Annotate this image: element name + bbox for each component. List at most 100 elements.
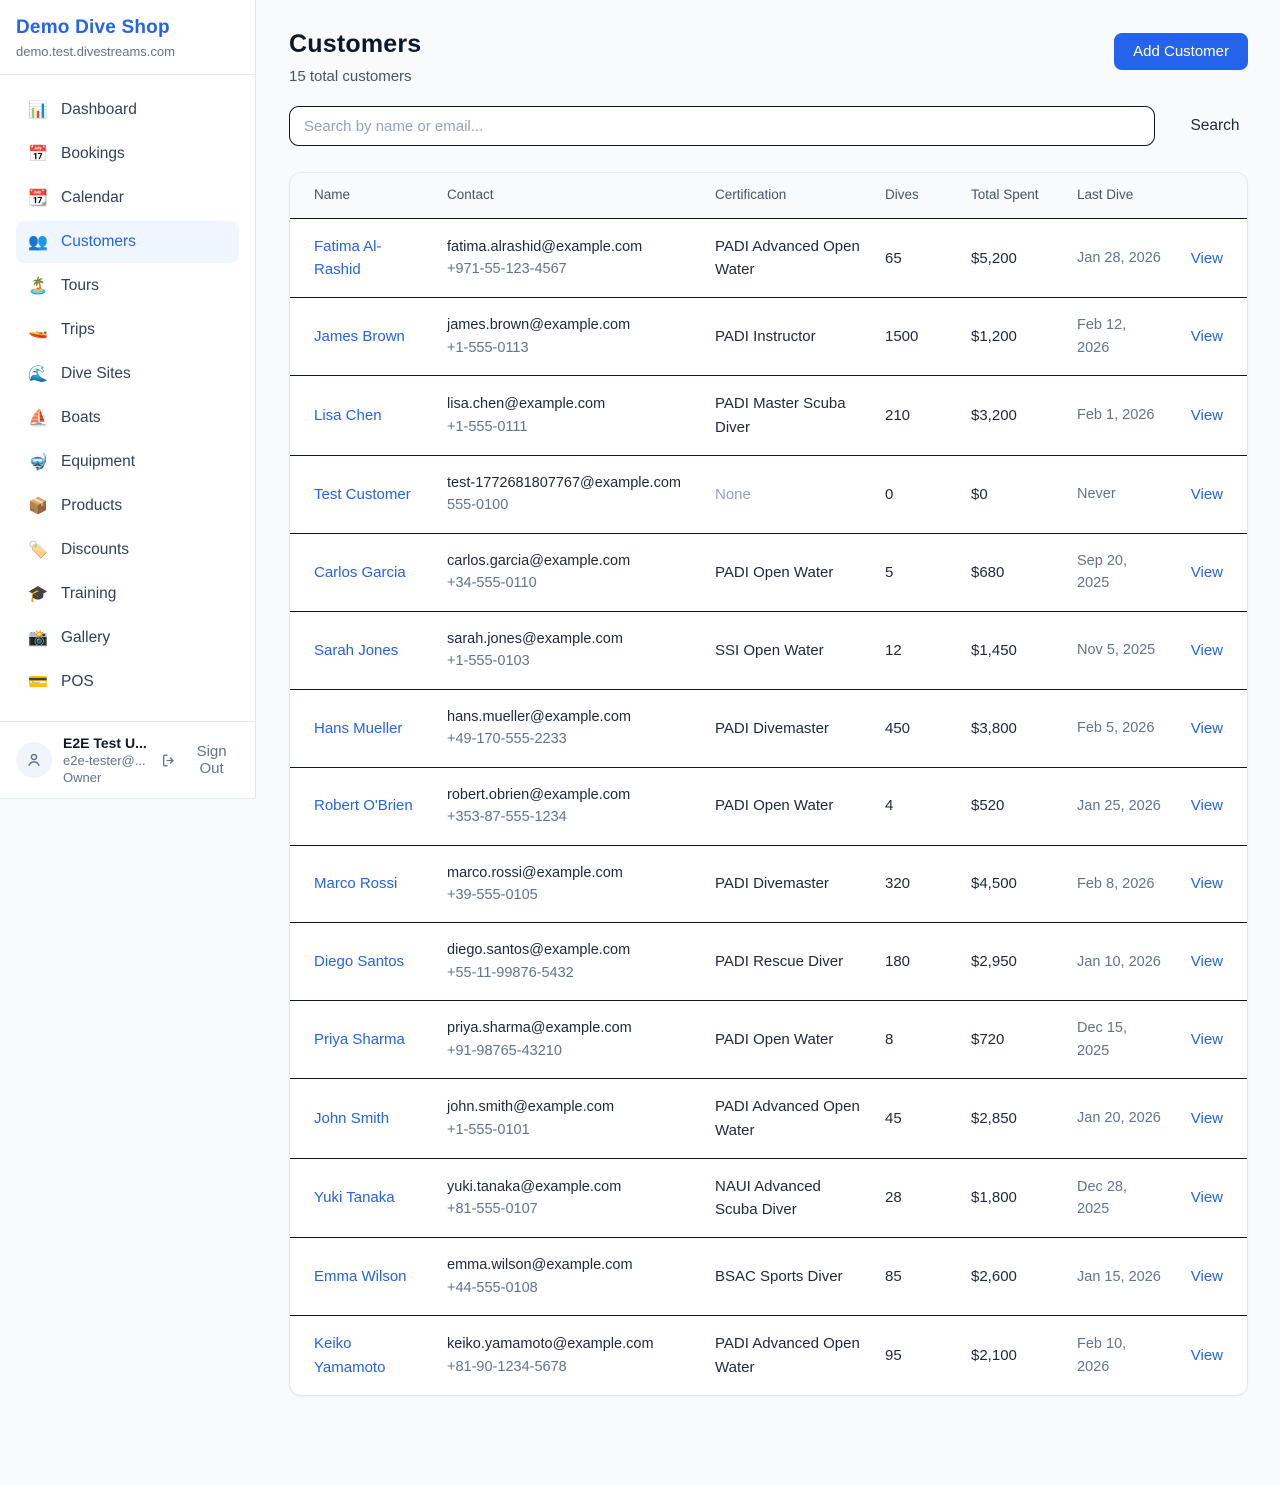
- search-button[interactable]: Search: [1182, 109, 1248, 143]
- customer-name-link[interactable]: Hans Mueller: [314, 717, 402, 740]
- customer-name-link[interactable]: Robert O'Brien: [314, 794, 413, 817]
- sidebar-item-boats[interactable]: ⛵ Boats: [16, 397, 239, 439]
- customer-name-link[interactable]: Sarah Jones: [314, 639, 398, 662]
- sidebar-item-trips[interactable]: 🚤 Trips: [16, 309, 239, 351]
- sidebar-nav: 📊 Dashboard 📅 Bookings 📆 Calendar 👥 Cust…: [0, 75, 255, 721]
- sidebar-item-discounts[interactable]: 🏷️ Discounts: [16, 529, 239, 571]
- customer-last-dive: Feb 10, 2026: [1065, 1316, 1173, 1395]
- customer-email: fatima.alrashid@example.com: [447, 236, 691, 258]
- customer-email: emma.wilson@example.com: [447, 1254, 691, 1276]
- customer-name-link[interactable]: Keiko Yamamoto: [314, 1332, 423, 1379]
- customer-name-link[interactable]: Yuki Tanaka: [314, 1186, 395, 1209]
- sign-out-button[interactable]: Sign Out: [161, 743, 239, 777]
- sidebar-item-training[interactable]: 🎓 Training: [16, 573, 239, 615]
- customer-phone: +55-11-99876-5432: [447, 962, 691, 984]
- customer-certification: None: [703, 455, 873, 533]
- column-header-actions: [1173, 173, 1247, 218]
- customer-name-link[interactable]: James Brown: [314, 325, 405, 348]
- table-row: Keiko Yamamoto keiko.yamamoto@example.co…: [290, 1316, 1247, 1395]
- customer-email: hans.mueller@example.com: [447, 706, 691, 728]
- view-customer-link[interactable]: View: [1191, 720, 1223, 737]
- sidebar-item-customers[interactable]: 👥 Customers: [16, 221, 239, 263]
- view-customer-link[interactable]: View: [1191, 875, 1223, 892]
- table-row: Sarah Jones sarah.jones@example.com +1-5…: [290, 611, 1247, 689]
- view-customer-link[interactable]: View: [1191, 328, 1223, 345]
- customer-last-dive: Jan 25, 2026: [1065, 767, 1173, 845]
- customer-total-spent: $4,500: [959, 845, 1065, 923]
- add-customer-button[interactable]: Add Customer: [1114, 33, 1248, 70]
- sidebar-item-dive-sites[interactable]: 🌊 Dive Sites: [16, 353, 239, 395]
- user-role: Owner: [63, 770, 161, 785]
- customer-name-link[interactable]: Fatima Al-Rashid: [314, 235, 423, 282]
- customer-last-dive: Jan 20, 2026: [1065, 1079, 1173, 1159]
- table-row: Marco Rossi marco.rossi@example.com +39-…: [290, 845, 1247, 923]
- customer-name-link[interactable]: Lisa Chen: [314, 404, 382, 427]
- sidebar-item-gallery[interactable]: 📸 Gallery: [16, 617, 239, 659]
- customer-phone: +1-555-0111: [447, 416, 691, 438]
- user-avatar-icon: [25, 751, 43, 769]
- sidebar-item-equipment[interactable]: 🤿 Equipment: [16, 441, 239, 483]
- view-customer-link[interactable]: View: [1191, 1268, 1223, 1285]
- customer-email: test-1772681807767@example.com: [447, 472, 691, 494]
- customer-dives: 180: [873, 923, 959, 1001]
- table-row: Hans Mueller hans.mueller@example.com +4…: [290, 689, 1247, 767]
- column-header-name: Name: [290, 173, 435, 218]
- trips-icon: 🚤: [28, 320, 48, 340]
- view-customer-link[interactable]: View: [1191, 250, 1223, 267]
- table-row: Test Customer test-1772681807767@example…: [290, 455, 1247, 533]
- view-customer-link[interactable]: View: [1191, 486, 1223, 503]
- search-input[interactable]: [289, 106, 1155, 146]
- view-customer-link[interactable]: View: [1191, 407, 1223, 424]
- view-customer-link[interactable]: View: [1191, 1189, 1223, 1206]
- user-name: E2E Test U...: [63, 735, 161, 751]
- customer-email: priya.sharma@example.com: [447, 1017, 691, 1039]
- sidebar-item-dashboard[interactable]: 📊 Dashboard: [16, 89, 239, 131]
- table-row: Yuki Tanaka yuki.tanaka@example.com +81-…: [290, 1158, 1247, 1238]
- avatar: [16, 742, 52, 778]
- table-row: John Smith john.smith@example.com +1-555…: [290, 1079, 1247, 1159]
- customer-total-spent: $1,200: [959, 298, 1065, 376]
- customer-phone: +1-555-0101: [447, 1119, 691, 1141]
- customer-total-spent: $1,800: [959, 1158, 1065, 1238]
- customer-certification: PADI Rescue Diver: [703, 923, 873, 1001]
- customer-email: keiko.yamamoto@example.com: [447, 1333, 691, 1355]
- dashboard-icon: 📊: [28, 100, 48, 120]
- view-customer-link[interactable]: View: [1191, 1347, 1223, 1364]
- sign-out-icon: [161, 752, 177, 769]
- customer-certification: PADI Open Water: [703, 1001, 873, 1079]
- customer-certification: SSI Open Water: [703, 611, 873, 689]
- customer-total-spent: $720: [959, 1001, 1065, 1079]
- sidebar-item-tours[interactable]: 🏝️ Tours: [16, 265, 239, 307]
- customer-phone: +1-555-0103: [447, 650, 691, 672]
- sidebar-item-bookings[interactable]: 📅 Bookings: [16, 133, 239, 175]
- customer-count: 15 total customers: [289, 68, 421, 85]
- page-header: Customers 15 total customers Add Custome…: [289, 30, 1248, 85]
- view-customer-link[interactable]: View: [1191, 642, 1223, 659]
- search-row: Search: [289, 106, 1248, 146]
- customer-last-dive: Feb 12, 2026: [1065, 298, 1173, 376]
- customer-email: carlos.garcia@example.com: [447, 550, 691, 572]
- customer-name-link[interactable]: Priya Sharma: [314, 1028, 405, 1051]
- customer-name-link[interactable]: Diego Santos: [314, 950, 404, 973]
- customer-last-dive: Dec 28, 2025: [1065, 1158, 1173, 1238]
- sidebar-item-pos[interactable]: 💳 POS: [16, 661, 239, 703]
- view-customer-link[interactable]: View: [1191, 953, 1223, 970]
- user-email: e2e-tester@...: [63, 753, 161, 768]
- view-customer-link[interactable]: View: [1191, 564, 1223, 581]
- view-customer-link[interactable]: View: [1191, 1031, 1223, 1048]
- customer-name-link[interactable]: Marco Rossi: [314, 872, 397, 895]
- sidebar-item-calendar[interactable]: 📆 Calendar: [16, 177, 239, 219]
- customers-table: Name Contact Certification Dives Total S…: [290, 173, 1247, 1395]
- customer-dives: 95: [873, 1316, 959, 1395]
- customer-name-link[interactable]: Emma Wilson: [314, 1265, 407, 1288]
- view-customer-link[interactable]: View: [1191, 797, 1223, 814]
- gallery-icon: 📸: [28, 628, 48, 648]
- customer-name-link[interactable]: Test Customer: [314, 483, 411, 506]
- table-row: Fatima Al-Rashid fatima.alrashid@example…: [290, 218, 1247, 298]
- view-customer-link[interactable]: View: [1191, 1110, 1223, 1127]
- sidebar-item-products[interactable]: 📦 Products: [16, 485, 239, 527]
- customer-email: yuki.tanaka@example.com: [447, 1176, 691, 1198]
- customer-name-link[interactable]: John Smith: [314, 1107, 389, 1130]
- customer-name-link[interactable]: Carlos Garcia: [314, 561, 406, 584]
- table-row: Priya Sharma priya.sharma@example.com +9…: [290, 1001, 1247, 1079]
